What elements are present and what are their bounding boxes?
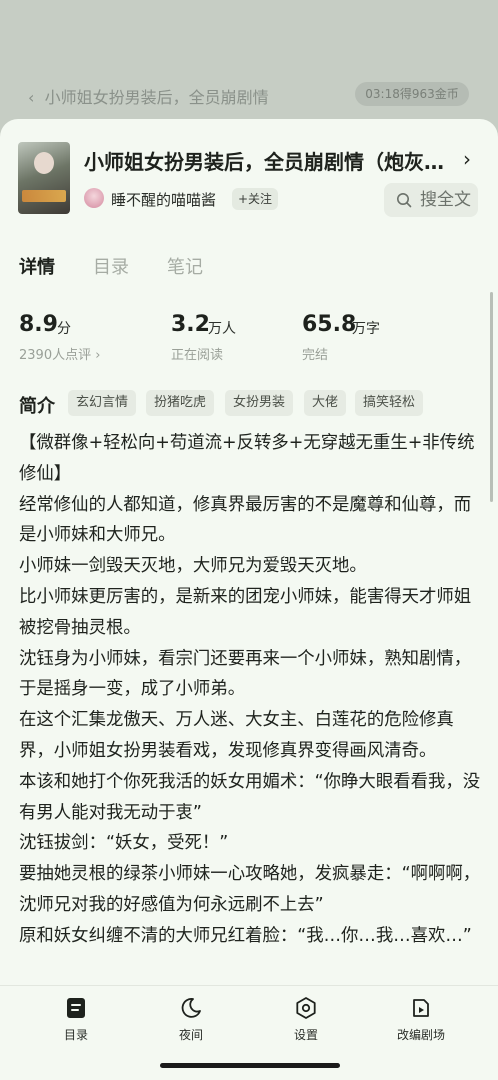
night-mode-button[interactable]: 夜间 bbox=[141, 996, 241, 1043]
adaptation-theater-button[interactable]: 改编剧场 bbox=[371, 996, 471, 1043]
readers-value: 3.2 bbox=[171, 312, 210, 337]
status-label: 完结 bbox=[302, 348, 329, 363]
book-description: 【微群像+轻松向+苟道流+反转多+无穿越无重生+非传统修仙】 经常修仙的人都知道… bbox=[19, 428, 485, 984]
home-indicator[interactable] bbox=[160, 1063, 340, 1068]
scrollbar[interactable] bbox=[490, 292, 493, 502]
readers-unit: 万人 bbox=[208, 321, 236, 337]
search-fulltext-button[interactable]: 搜全文 bbox=[384, 183, 478, 217]
rating-value: 8.9 bbox=[19, 312, 58, 337]
rating-reviews-link[interactable]: 2390人点评 › bbox=[19, 344, 100, 363]
description-paragraph: 沈钰拔剑：“妖女，受死！” bbox=[19, 833, 229, 854]
rating-unit: 分 bbox=[57, 321, 71, 337]
moon-icon bbox=[181, 998, 201, 1018]
author-name[interactable]: 睡不醒的喵喵酱 bbox=[111, 189, 216, 210]
author-avatar[interactable] bbox=[84, 188, 104, 208]
tag-chip[interactable]: 搞笑轻松 bbox=[355, 390, 424, 416]
settings-button[interactable]: 设置 bbox=[256, 996, 356, 1043]
reward-timer-badge[interactable]: 03:18得963金币 bbox=[355, 82, 469, 106]
description-paragraph: 本该和她打个你死我活的妖女用媚术：“你睁大眼看看我，没有男人能对我无动于衷” bbox=[19, 771, 481, 823]
tag-chip[interactable]: 女扮男装 bbox=[225, 390, 294, 416]
tag-chip[interactable]: 大佬 bbox=[304, 390, 347, 416]
reader-chapter-title: ‹ 小师姐女扮男装后，全员崩剧情 bbox=[28, 88, 269, 107]
description-paragraph: 要抽她灵根的绿茶小师妹一心攻略她，发疯暴走：“啊啊啊，沈师兄对我的好感值为何永远… bbox=[19, 864, 481, 915]
tab-notes[interactable]: 笔记 bbox=[167, 253, 203, 279]
tab-catalog[interactable]: 目录 bbox=[93, 253, 129, 279]
description-paragraph: 原和妖女纠缠不清的大师兄红着脸：“我…你…我…喜欢…” bbox=[19, 925, 472, 946]
description-paragraph: 【微群像+轻松向+苟道流+反转多+无穿越无重生+非传统修仙】 bbox=[19, 433, 475, 484]
tab-details[interactable]: 详情 bbox=[19, 253, 55, 279]
book-title[interactable]: 小师姐女扮男装后，全员崩剧情（炮灰… bbox=[84, 146, 444, 175]
chevron-right-icon[interactable]: › bbox=[463, 147, 471, 171]
description-paragraph: 比小师妹更厉害的，是新来的团宠小师妹，能害得天才师姐被挖骨抽灵根。 bbox=[19, 586, 472, 638]
book-cover[interactable] bbox=[18, 142, 70, 214]
wordcount-value: 65.8 bbox=[302, 312, 357, 337]
description-paragraph: 经常修仙的人都知道，修真界最厉害的不是魔尊和仙尊，而是小师妹和大师兄。 bbox=[19, 494, 472, 546]
search-icon bbox=[397, 193, 412, 208]
tag-chip[interactable]: 玄幻言情 bbox=[68, 390, 137, 416]
video-play-icon bbox=[413, 999, 429, 1017]
catalog-nav-button[interactable]: 目录 bbox=[26, 996, 126, 1043]
book-detail-sheet: 小师姐女扮男装后，全员崩剧情（炮灰… › 睡不醒的喵喵酱 +关注 搜全文 详情 … bbox=[0, 119, 498, 1080]
description-paragraph: 小师妹一剑毁天灭地，大师兄为爱毁天灭地。 bbox=[19, 556, 367, 577]
book-list-icon bbox=[67, 998, 85, 1018]
settings-icon bbox=[296, 997, 316, 1019]
readers-label: 正在阅读 bbox=[171, 348, 224, 363]
description-paragraph: 沈钰身为小师妹，看宗门还要再来一个小师妹，熟知剧情，于是摇身一变，成了小师弟。 bbox=[19, 648, 472, 700]
follow-button[interactable]: +关注 bbox=[232, 188, 279, 210]
tag-chip[interactable]: 扮猪吃虎 bbox=[146, 390, 215, 416]
description-paragraph: 在这个汇集龙傲天、万人迷、大女主、白莲花的危险修真界，小师姐女扮男装看戏，发现修… bbox=[19, 710, 454, 761]
wordcount-unit: 万字 bbox=[352, 321, 380, 337]
intro-label: 简介 bbox=[19, 396, 55, 417]
